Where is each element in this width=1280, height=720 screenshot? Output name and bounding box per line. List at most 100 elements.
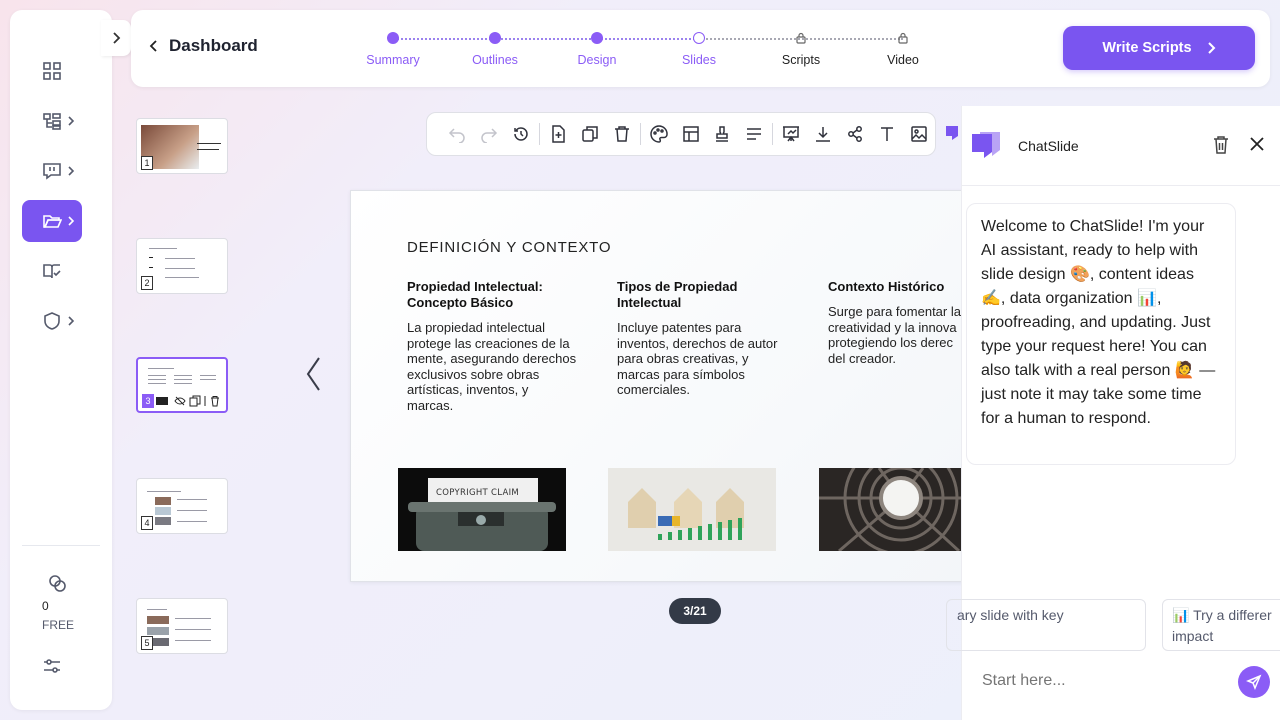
slide-thumbnail[interactable]: 2 [136,238,228,294]
slide-column[interactable]: Propiedad Intelectual: Concepto Básico L… [407,279,577,414]
step-label: Summary [366,53,420,67]
step-summary[interactable]: Summary [348,32,438,67]
chevron-right-icon [68,316,75,326]
close-chat-button[interactable] [1249,136,1265,152]
column-title[interactable]: Tipos de Propiedad Intelectual [617,279,787,311]
toolbar-divider [639,123,641,145]
slide-thumbnail[interactable]: 4 [136,478,228,534]
sidebar-item-library[interactable] [22,250,82,292]
download-icon [816,127,831,142]
column-body[interactable]: La propiedad intelectual protege las cre… [407,320,577,414]
slide-thumbnail[interactable]: 5 [136,598,228,654]
slide-column[interactable]: Contexto Histórico Surge para fomentar l… [828,279,968,366]
step-label: Slides [681,53,717,67]
slide-thumbnail-selected[interactable]: 3 [136,357,228,413]
send-button[interactable] [1238,666,1270,698]
houses-image[interactable] [608,468,776,551]
suggestion-chip[interactable]: ary slide with key [946,599,1146,651]
page-indicator: 3/21 [669,598,721,624]
step-dot [387,32,399,44]
step-design[interactable]: Design [552,32,642,67]
chat-header: ChatSlide [962,106,1280,186]
step-video[interactable]: Video [858,32,948,67]
chevron-right-icon [68,216,75,226]
previous-slide-button[interactable] [303,354,323,394]
sidebar-item-presentation[interactable] [22,150,82,192]
sidebar-item-projects[interactable] [22,200,82,242]
send-icon [1246,674,1262,690]
dashboard-grid-icon [43,62,61,80]
stamp-button[interactable] [707,118,739,150]
theme-button[interactable] [643,118,675,150]
step-label: Scripts [781,53,821,67]
settings-button[interactable] [42,656,62,676]
align-button[interactable] [738,118,770,150]
thumbnail-number: 4 [141,516,153,530]
duplicate-button[interactable] [574,118,606,150]
progress-stepper: Summary Outlines Design Slides Scripts V… [351,32,951,82]
delete-button[interactable] [606,118,638,150]
slide-thumbnail[interactable]: 1 [136,118,228,174]
redo-button[interactable] [473,118,505,150]
lock-icon [898,32,908,44]
download-button[interactable] [807,118,839,150]
sidebar-item-dashboard[interactable] [22,50,82,92]
move-slide-icon[interactable] [202,395,208,407]
houses-illustration [608,468,776,551]
suggestion-chip[interactable]: 📊 Try a differer impact [1162,599,1280,651]
hide-slide-icon[interactable] [174,395,186,407]
chat-input[interactable] [982,672,1202,690]
chevron-left-icon [149,40,157,52]
add-page-icon [552,125,565,143]
step-scripts[interactable]: Scripts [756,32,846,67]
toolbar-divider [538,123,540,145]
sidebar-item-security[interactable] [22,300,82,342]
step-dot-current [693,32,705,44]
slide-toolbar [426,112,936,156]
book-check-icon [43,264,61,279]
column-title[interactable]: Contexto Histórico [828,279,968,295]
column-body[interactable]: Surge para fomentar la creatividad y la … [828,304,968,366]
close-icon [1250,137,1264,151]
chevron-right-icon [1207,42,1216,54]
credits-block[interactable]: 0 FREE [10,573,94,632]
text-button[interactable] [871,118,903,150]
undo-button[interactable] [441,118,473,150]
chevron-right-icon [68,116,75,126]
step-dot [591,32,603,44]
column-title[interactable]: Propiedad Intelectual: Concepto Básico [407,279,577,311]
copy-icon [581,126,598,142]
add-slide-button[interactable] [542,118,574,150]
back-to-dashboard[interactable]: Dashboard [149,36,258,56]
step-outlines[interactable]: Outlines [450,32,540,67]
typewriter-illustration [398,468,566,551]
step-label: Video [887,53,919,67]
write-scripts-button[interactable]: Write Scripts [1063,26,1255,70]
trash-icon [1214,136,1228,154]
sidebar-collapse-button[interactable] [101,20,131,56]
step-slides[interactable]: Slides [654,32,744,67]
presentation-chat-icon [43,163,61,180]
slide-heading[interactable]: DEFINICIÓN Y CONTEXTO [407,239,611,256]
history-button[interactable] [505,118,537,150]
duplicate-slide-icon[interactable] [189,395,201,407]
image-button[interactable] [903,118,935,150]
step-label: Outlines [472,53,518,67]
dome-image[interactable] [819,468,971,551]
layout-button[interactable] [675,118,707,150]
chatslide-logo-icon[interactable] [944,124,960,144]
thumbnail-number: 1 [141,156,153,170]
toolbar-divider [772,123,774,145]
share-button[interactable] [839,118,871,150]
sidebar-item-workflow[interactable] [22,100,82,142]
present-button[interactable] [775,118,807,150]
typewriter-image[interactable]: COPYRIGHT CLAIM [398,468,566,551]
slide-column[interactable]: Tipos de Propiedad Intelectual Incluye p… [617,279,787,398]
presentation-icon [783,126,800,142]
plan-label: FREE [42,618,75,632]
delete-slide-icon[interactable] [209,395,221,407]
top-header: Dashboard Summary Outlines Design Slides… [131,10,1270,87]
slide-canvas[interactable]: DEFINICIÓN Y CONTEXTO Propiedad Intelect… [350,190,971,582]
column-body[interactable]: Incluye patentes para inventos, derechos… [617,320,787,398]
clear-chat-button[interactable] [1212,135,1230,155]
